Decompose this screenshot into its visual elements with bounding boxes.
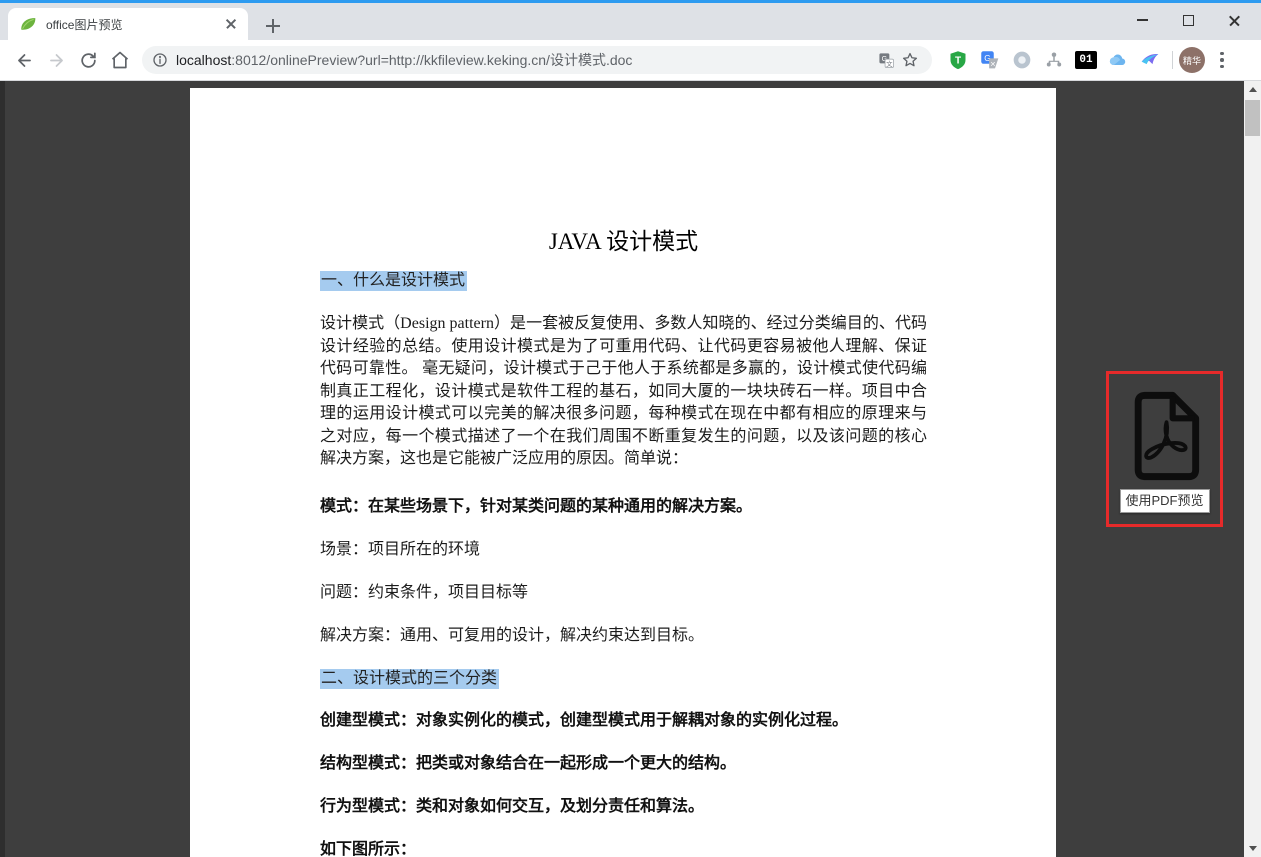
window-controls	[1119, 3, 1257, 37]
url-path: :8012/onlinePreview?url=http://kkfilevie…	[231, 52, 632, 68]
maximize-button[interactable]	[1165, 3, 1211, 37]
document-page: JAVA 设计模式 一、什么是设计模式 设计模式（Design pattern）…	[190, 88, 1056, 857]
bookmark-star-icon[interactable]	[898, 48, 922, 72]
cloud-icon[interactable]	[1105, 47, 1131, 73]
scene-line: 场景：项目所在的环境	[320, 539, 927, 561]
scroll-up-icon[interactable]	[1244, 81, 1261, 98]
swirl-circle-icon[interactable]	[1009, 47, 1035, 73]
svg-text:T: T	[955, 55, 961, 66]
tab-office-preview[interactable]: office图片预览	[8, 8, 248, 40]
spring-leaf-favicon	[20, 16, 37, 33]
tab-title: office图片预览	[46, 16, 222, 33]
url-text[interactable]: localhost:8012/onlinePreview?url=http://…	[176, 50, 874, 70]
translate-extension-icon[interactable]: G✕	[977, 47, 1003, 73]
translate-page-icon[interactable]: G文	[874, 48, 898, 72]
figure-caption-line: 如下图所示：	[320, 839, 927, 857]
extension-icons: T G✕ 01 精华	[942, 47, 1235, 73]
toolbar-separator	[1172, 51, 1173, 69]
solution-line: 解决方案：通用、可复用的设计，解决约束达到目标。	[320, 625, 927, 647]
scroll-down-icon[interactable]	[1244, 840, 1261, 857]
pdf-preview-button[interactable]: 使用PDF预览	[1106, 371, 1223, 527]
tab-close-icon[interactable]	[222, 15, 240, 33]
url-host: localhost	[176, 52, 231, 68]
heading-2: 二、设计模式的三个分类	[320, 668, 927, 689]
new-tab-button[interactable]	[260, 13, 286, 39]
pdf-preview-label: 使用PDF预览	[1119, 489, 1209, 513]
document-body: JAVA 设计模式 一、什么是设计模式 设计模式（Design pattern）…	[190, 88, 1056, 857]
browser-window: office图片预览 localhost:8012/onlinePreview?…	[0, 0, 1261, 857]
reload-button[interactable]	[72, 44, 104, 76]
chrome-menu-icon[interactable]	[1209, 47, 1235, 73]
paragraph-1: 设计模式（Design pattern）是一套被反复使用、多数人知晓的、经过分类…	[320, 313, 927, 471]
back-button[interactable]	[8, 44, 40, 76]
plus-icon	[266, 19, 280, 33]
forward-button[interactable]	[40, 44, 72, 76]
scrollbar-thumb[interactable]	[1245, 100, 1260, 136]
sitemap-icon[interactable]	[1041, 47, 1067, 73]
creational-line: 创建型模式：对象实例化的模式，创建型模式用于解耦对象的实例化过程。	[320, 710, 927, 732]
forward-icon	[47, 51, 66, 70]
minimize-icon	[1137, 19, 1148, 21]
svg-text:文: 文	[886, 58, 893, 67]
swallow-bird-icon[interactable]	[1137, 47, 1163, 73]
svg-text:✕: ✕	[990, 60, 996, 68]
close-icon	[1228, 14, 1241, 27]
tampermonkey-shield-icon[interactable]: T	[945, 47, 971, 73]
reload-icon	[79, 51, 98, 70]
address-bar[interactable]: localhost:8012/onlinePreview?url=http://…	[142, 46, 932, 74]
profile-avatar[interactable]: 精华	[1179, 47, 1205, 73]
badge-01-icon[interactable]: 01	[1073, 47, 1099, 73]
document-title: JAVA 设计模式	[320, 228, 927, 256]
info-icon[interactable]	[152, 52, 168, 68]
pdf-file-icon	[1126, 390, 1204, 482]
heading-1: 一、什么是设计模式	[320, 270, 927, 291]
content-area: JAVA 设计模式 一、什么是设计模式 设计模式（Design pattern）…	[0, 81, 1261, 857]
browser-toolbar: localhost:8012/onlinePreview?url=http://…	[0, 40, 1261, 81]
structural-line: 结构型模式：把类或对象结合在一起形成一个更大的结构。	[320, 753, 927, 775]
home-icon	[110, 50, 130, 70]
minimize-button[interactable]	[1119, 3, 1165, 37]
home-button[interactable]	[104, 44, 136, 76]
pattern-definition-line: 模式：在某些场景下，针对某类问题的某种通用的解决方案。	[320, 496, 927, 518]
tab-strip: office图片预览	[0, 0, 1261, 40]
back-icon	[15, 51, 34, 70]
maximize-icon	[1183, 15, 1194, 26]
problem-line: 问题：约束条件，项目目标等	[320, 582, 927, 604]
vertical-scrollbar[interactable]	[1244, 81, 1261, 857]
close-button[interactable]	[1211, 3, 1257, 37]
behavioral-line: 行为型模式：类和对象如何交互，及划分责任和算法。	[320, 796, 927, 818]
